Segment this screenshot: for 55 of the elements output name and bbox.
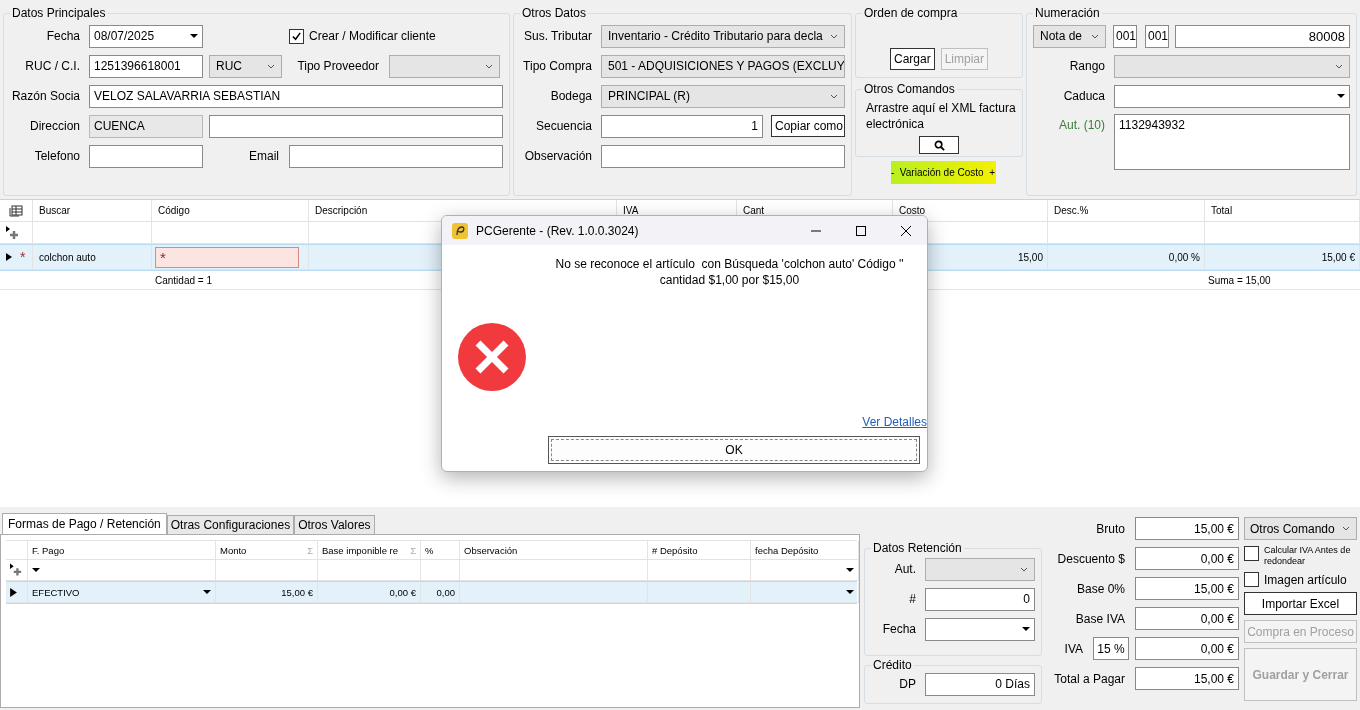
table-cell: 15,00 € [216, 582, 318, 603]
field-label: Email [248, 149, 279, 163]
field-label: IVA [1064, 641, 1083, 656]
field-label: Sus. Tributar [522, 29, 592, 43]
table-cell: 0,00 % [1048, 245, 1205, 270]
sum-mark: Σ [410, 544, 416, 556]
group-title: Otros Datos [521, 6, 588, 20]
field-label: Bodega [549, 89, 592, 103]
field-label: RUC / C.I. [24, 59, 80, 73]
field-label: DP [898, 677, 916, 691]
checkbox-label: Crear / Modificar cliente [309, 29, 436, 43]
field-label: Rango [1068, 59, 1105, 73]
amount-field: 15,00 € [1135, 517, 1239, 540]
field-label: Aut. [893, 562, 916, 576]
group-title: Orden de compra [863, 6, 959, 20]
field-label: Telefono [33, 149, 80, 163]
field-label: Tipo Proveedor [296, 59, 379, 73]
table-cell: EFECTIVO [32, 586, 80, 598]
field-label: Total a Pagar [1054, 671, 1125, 686]
field-label: Observación [523, 149, 592, 163]
amount-field: 0,00 € [1135, 607, 1239, 630]
field-label: Base 0% [1076, 581, 1125, 596]
sum-mark: Σ [307, 544, 313, 556]
field-label: Aut. (10) [1057, 118, 1105, 132]
field-label: Tipo Compra [522, 59, 592, 73]
amount-field: 15,00 € [1135, 667, 1239, 690]
table-cell: colchon auto [33, 245, 152, 270]
field-label: Descuento $ [1057, 551, 1125, 566]
drop-hint: Arrastre aquí el XML factura electrónica [866, 100, 1016, 132]
group-title: Datos Principales [11, 6, 107, 20]
summary-text: Cantidad = 1 [154, 273, 213, 288]
field-label: Fecha [881, 622, 916, 636]
group-title: Crédito [872, 658, 913, 672]
checkbox-label: Imagen artículo [1264, 572, 1347, 587]
amount-field: 0,00 € [1135, 637, 1239, 660]
field-label: Caduca [1062, 89, 1105, 103]
field-label: Base IVA [1075, 611, 1125, 626]
checkbox-label: Calcular IVA Antes de redondear [1264, 545, 1352, 567]
row-marker: * [20, 249, 26, 265]
field-label: Fecha [45, 29, 80, 43]
group-title: Otros Comandos [863, 82, 956, 96]
field-label: Secuencia [534, 119, 592, 133]
table-cell: 15,00 € [1205, 245, 1360, 270]
field-label: Razón Socia [10, 89, 80, 103]
field-label: Bruto [1096, 521, 1125, 536]
amount-field: 0,00 € [1135, 547, 1239, 570]
field-label: # [908, 592, 916, 606]
table-cell: 0,00 [421, 582, 460, 603]
field-label: Direccion [29, 119, 80, 133]
table-cell: 0,00 € [318, 582, 421, 603]
group-title: Numeración [1034, 6, 1101, 20]
summary-text: Suma = 15,00 [1207, 273, 1272, 288]
dialog-title: PCGerente - (Rev. 1.0.0.3024) [476, 223, 640, 238]
group-title: Datos Retención [872, 541, 963, 555]
amount-field: 15,00 € [1135, 577, 1239, 600]
